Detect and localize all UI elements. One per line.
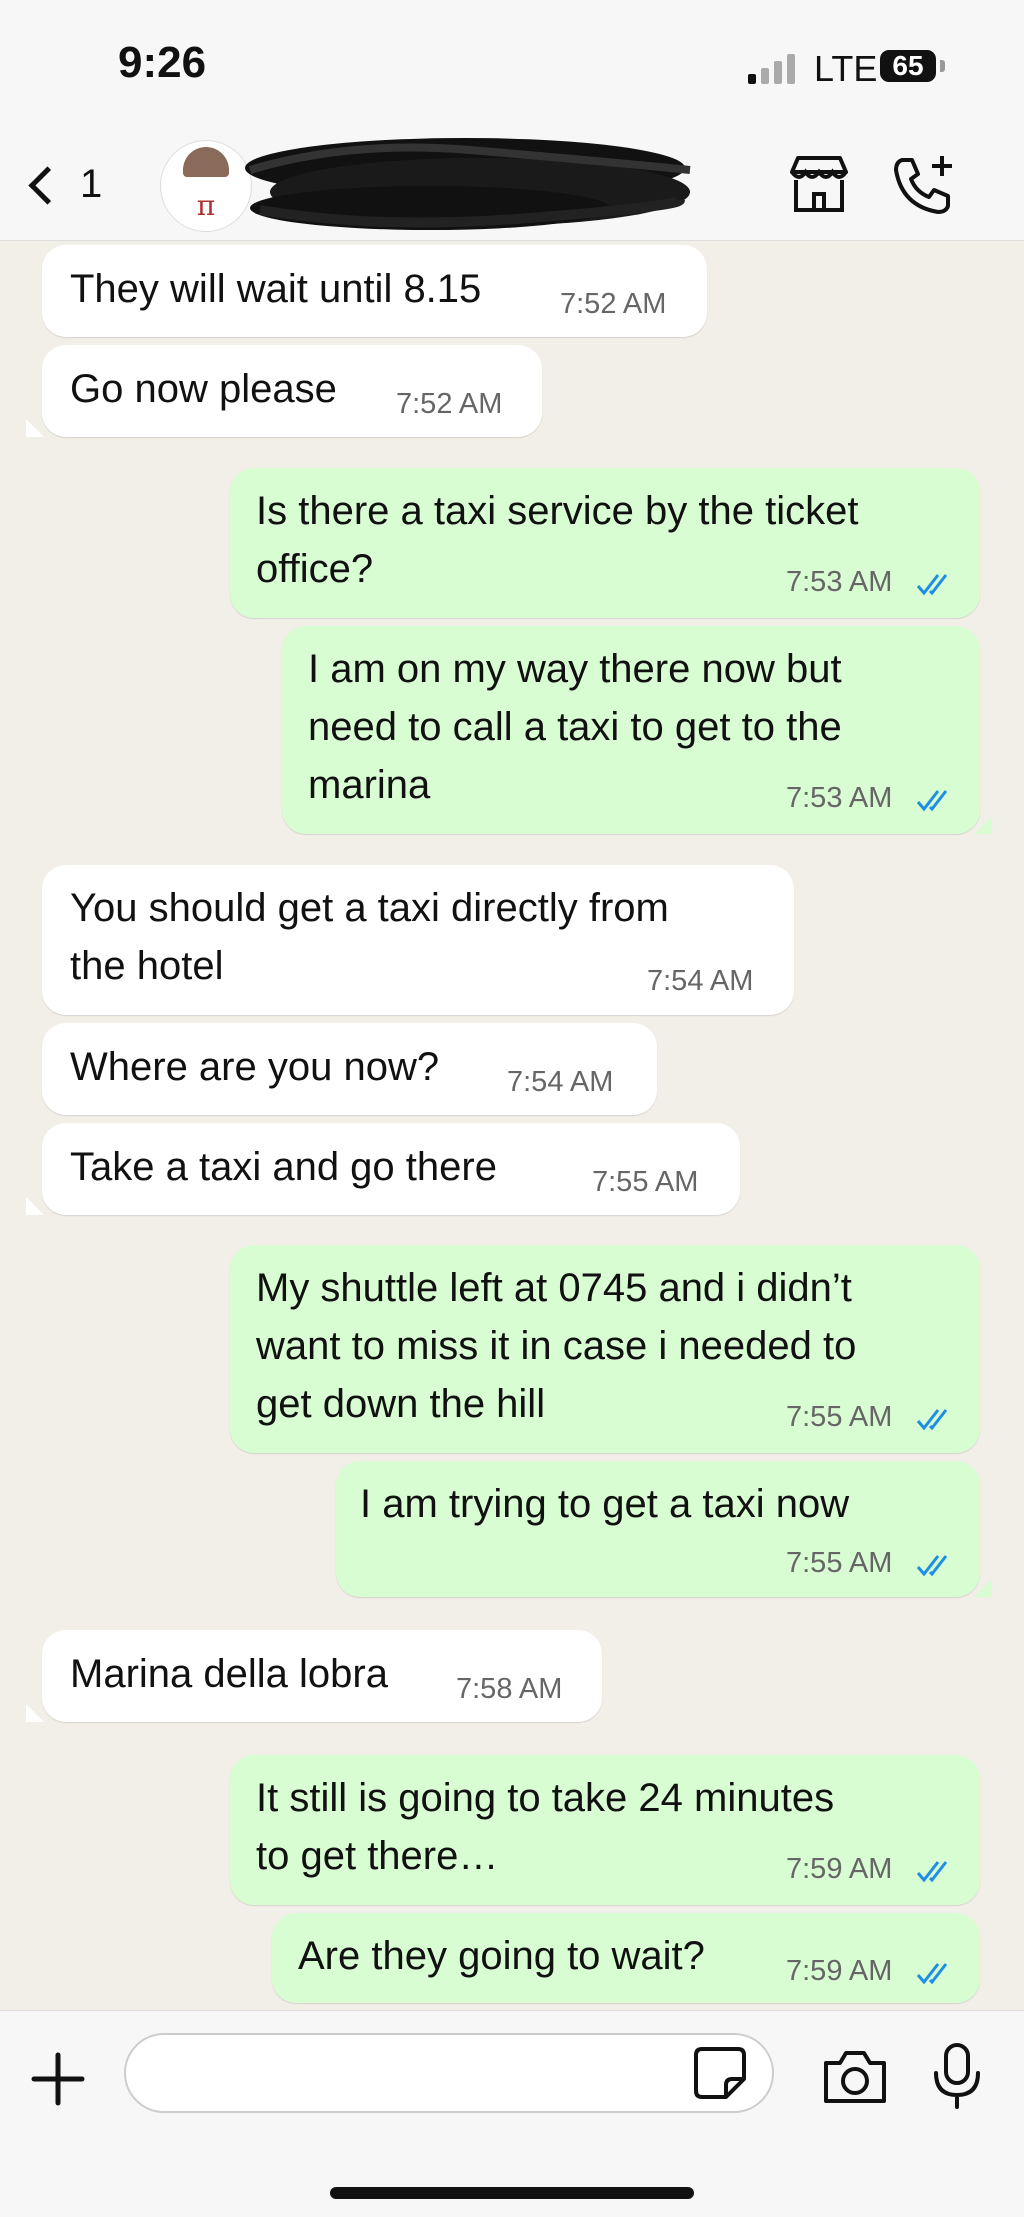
message-text: Is there a taxi service by the ticket of… [256,489,859,591]
bubble-tail [26,1197,44,1215]
message-text: It still is going to take 24 minutes to … [256,1776,835,1878]
message-time: 7:59 AM [786,1955,893,1987]
bubble-tail [26,1704,44,1722]
message-composer [0,2010,1024,2217]
clock: 9:26 [118,38,207,87]
message-time: 7:55 AM [786,1547,893,1579]
read-receipt-icon [916,790,948,812]
chat-header: 1 π [0,130,1024,241]
status-bar: 9:26 LTE 65 [0,0,1024,130]
read-receipt-icon [916,1861,948,1883]
message-incoming[interactable]: You should get a taxi directly from the … [42,865,794,1015]
bubble-tail [974,1579,992,1597]
message-text: Go now please [70,367,337,411]
message-incoming[interactable]: They will wait until 8.15 7:52 AM [42,245,707,337]
message-outgoing[interactable]: My shuttle left at 0745 and i didn’t wan… [230,1245,980,1453]
message-time: 7:52 AM [396,388,503,420]
message-incoming[interactable]: Go now please 7:52 AM [42,345,542,437]
message-time: 7:58 AM [456,1673,563,1705]
message-input[interactable] [124,2033,774,2113]
message-text: I am trying to get a taxi now [360,1482,850,1526]
read-receipt-icon [916,1409,948,1431]
message-outgoing[interactable]: I am trying to get a taxi now 7:55 AM [336,1461,980,1597]
unread-count: 1 [80,162,103,206]
message-text: Are they going to wait? [298,1934,705,1978]
chevron-left-icon [28,166,67,205]
message-incoming[interactable]: Take a taxi and go there 7:55 AM [42,1123,740,1215]
battery-nub [940,60,945,72]
bubble-tail [26,419,44,437]
message-time: 7:55 AM [592,1166,699,1198]
message-time: 7:53 AM [786,782,893,814]
message-text: Marina della lobra [70,1652,388,1696]
message-incoming[interactable]: Where are you now? 7:54 AM [42,1023,657,1115]
redacted-contact-name [245,138,691,230]
message-time: 7:55 AM [786,1401,893,1433]
message-text: You should get a taxi directly from the … [70,886,669,988]
battery-icon: 65 [880,50,936,82]
message-outgoing[interactable]: I am on my way there now but need to cal… [282,626,980,834]
message-outgoing[interactable]: Is there a taxi service by the ticket of… [230,468,980,618]
message-incoming[interactable]: Marina della lobra 7:58 AM [42,1630,602,1722]
sticker-icon[interactable] [692,2045,748,2101]
read-receipt-icon [916,1963,948,1985]
camera-icon[interactable] [820,2047,890,2107]
battery-level: 65 [892,50,924,81]
microphone-icon[interactable] [930,2041,984,2111]
home-indicator[interactable] [330,2187,694,2199]
message-time: 7:54 AM [647,965,754,997]
plus-icon[interactable] [30,2051,86,2107]
message-text: My shuttle left at 0745 and i didn’t wan… [256,1266,857,1426]
message-time: 7:53 AM [786,566,893,598]
message-outgoing[interactable]: Are they going to wait? 7:59 AM [272,1913,980,2003]
store-icon[interactable] [784,150,854,220]
bubble-tail [974,816,992,834]
read-receipt-icon [916,574,948,596]
add-call-icon[interactable] [888,150,958,220]
message-time: 7:54 AM [507,1066,614,1098]
read-receipt-icon [916,1555,948,1577]
message-text: I am on my way there now but need to cal… [308,647,842,807]
message-time: 7:59 AM [786,1853,893,1885]
avatar-image [183,147,229,177]
message-text: Take a taxi and go there [70,1145,497,1189]
message-outgoing[interactable]: It still is going to take 24 minutes to … [230,1755,980,1905]
back-button[interactable]: 1 [20,152,102,216]
message-time: 7:52 AM [560,288,667,320]
signal-icon [748,52,800,84]
message-text: They will wait until 8.15 [70,267,482,311]
message-text: Where are you now? [70,1045,440,1089]
network-label: LTE [814,48,878,89]
